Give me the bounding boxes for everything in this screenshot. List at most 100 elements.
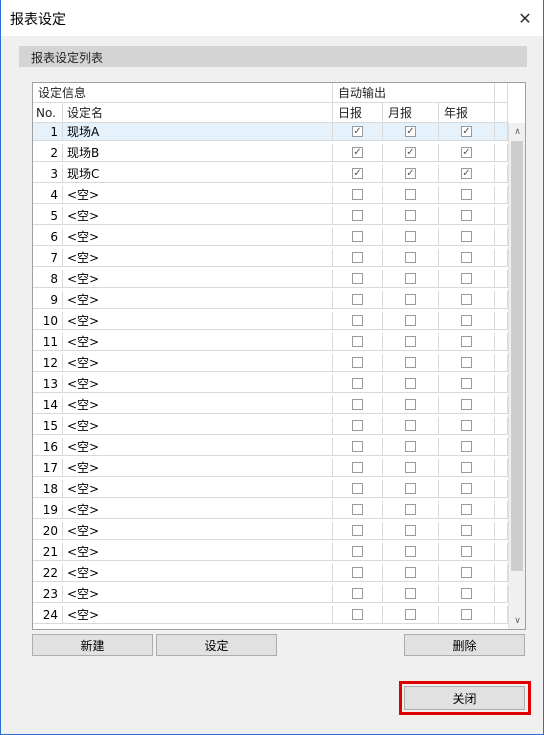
column-header-yearly[interactable]: 年报 bbox=[439, 103, 495, 123]
yearly-checkbox[interactable] bbox=[461, 483, 472, 494]
table-row[interactable]: 22 <空> bbox=[33, 564, 508, 582]
table-row[interactable]: 12 <空> bbox=[33, 354, 508, 372]
monthly-checkbox[interactable] bbox=[405, 315, 416, 326]
daily-checkbox[interactable] bbox=[352, 315, 363, 326]
monthly-checkbox[interactable]: ✓ bbox=[405, 147, 416, 158]
yearly-checkbox[interactable] bbox=[461, 609, 472, 620]
scroll-down-icon[interactable]: ∨ bbox=[509, 612, 525, 629]
scrollbar-thumb[interactable] bbox=[511, 141, 523, 571]
monthly-checkbox[interactable] bbox=[405, 189, 416, 200]
vertical-scrollbar[interactable]: ∧ ∨ bbox=[508, 123, 525, 629]
yearly-checkbox[interactable] bbox=[461, 357, 472, 368]
new-button[interactable]: 新建 bbox=[32, 634, 153, 656]
setting-name-cell[interactable]: <空> bbox=[63, 501, 333, 519]
daily-checkbox[interactable] bbox=[352, 483, 363, 494]
monthly-checkbox[interactable] bbox=[405, 273, 416, 284]
setting-name-cell[interactable]: 现场A bbox=[63, 123, 333, 141]
table-row[interactable]: 7 <空> bbox=[33, 249, 508, 267]
yearly-checkbox[interactable] bbox=[461, 336, 472, 347]
column-header-daily[interactable]: 日报 bbox=[333, 103, 383, 123]
daily-checkbox[interactable]: ✓ bbox=[352, 147, 363, 158]
monthly-checkbox[interactable] bbox=[405, 462, 416, 473]
table-row[interactable]: 24 <空> bbox=[33, 606, 508, 624]
table-row[interactable]: 15 <空> bbox=[33, 417, 508, 435]
yearly-checkbox[interactable]: ✓ bbox=[461, 126, 472, 137]
setting-name-cell[interactable]: 现场C bbox=[63, 165, 333, 183]
setting-name-cell[interactable]: <空> bbox=[63, 333, 333, 351]
setting-name-cell[interactable]: <空> bbox=[63, 543, 333, 561]
close-icon[interactable]: ✕ bbox=[507, 0, 543, 36]
yearly-checkbox[interactable] bbox=[461, 441, 472, 452]
daily-checkbox[interactable] bbox=[352, 252, 363, 263]
table-row[interactable]: 17 <空> bbox=[33, 459, 508, 477]
setting-name-cell[interactable]: <空> bbox=[63, 522, 333, 540]
daily-checkbox[interactable] bbox=[352, 378, 363, 389]
setting-name-cell[interactable]: <空> bbox=[63, 438, 333, 456]
monthly-checkbox[interactable] bbox=[405, 609, 416, 620]
table-row[interactable]: 14 <空> bbox=[33, 396, 508, 414]
column-header-no[interactable]: No. bbox=[33, 103, 63, 123]
monthly-checkbox[interactable]: ✓ bbox=[405, 168, 416, 179]
daily-checkbox[interactable] bbox=[352, 441, 363, 452]
setting-name-cell[interactable]: <空> bbox=[63, 312, 333, 330]
setting-name-cell[interactable]: <空> bbox=[63, 564, 333, 582]
table-row[interactable]: 10 <空> bbox=[33, 312, 508, 330]
table-row[interactable]: 19 <空> bbox=[33, 501, 508, 519]
monthly-checkbox[interactable]: ✓ bbox=[405, 126, 416, 137]
daily-checkbox[interactable] bbox=[352, 525, 363, 536]
yearly-checkbox[interactable] bbox=[461, 399, 472, 410]
table-row[interactable]: 20 <空> bbox=[33, 522, 508, 540]
setting-name-cell[interactable]: <空> bbox=[63, 186, 333, 204]
monthly-checkbox[interactable] bbox=[405, 588, 416, 599]
daily-checkbox[interactable] bbox=[352, 399, 363, 410]
setting-name-cell[interactable]: <空> bbox=[63, 480, 333, 498]
daily-checkbox[interactable] bbox=[352, 357, 363, 368]
table-row[interactable]: 23 <空> bbox=[33, 585, 508, 603]
monthly-checkbox[interactable] bbox=[405, 252, 416, 263]
setting-name-cell[interactable]: <空> bbox=[63, 270, 333, 288]
daily-checkbox[interactable] bbox=[352, 567, 363, 578]
setting-name-cell[interactable]: <空> bbox=[63, 606, 333, 624]
monthly-checkbox[interactable] bbox=[405, 294, 416, 305]
yearly-checkbox[interactable]: ✓ bbox=[461, 147, 472, 158]
daily-checkbox[interactable] bbox=[352, 273, 363, 284]
yearly-checkbox[interactable] bbox=[461, 588, 472, 599]
table-row[interactable]: 21 <空> bbox=[33, 543, 508, 561]
daily-checkbox[interactable] bbox=[352, 189, 363, 200]
column-header-name[interactable]: 设定名 bbox=[63, 103, 333, 123]
table-row[interactable]: 16 <空> bbox=[33, 438, 508, 456]
monthly-checkbox[interactable] bbox=[405, 420, 416, 431]
monthly-checkbox[interactable] bbox=[405, 336, 416, 347]
monthly-checkbox[interactable] bbox=[405, 441, 416, 452]
table-row[interactable]: 5 <空> bbox=[33, 207, 508, 225]
daily-checkbox[interactable] bbox=[352, 588, 363, 599]
settings-button[interactable]: 设定 bbox=[156, 634, 277, 656]
table-row[interactable]: 8 <空> bbox=[33, 270, 508, 288]
monthly-checkbox[interactable] bbox=[405, 525, 416, 536]
setting-name-cell[interactable]: <空> bbox=[63, 249, 333, 267]
monthly-checkbox[interactable] bbox=[405, 378, 416, 389]
daily-checkbox[interactable] bbox=[352, 462, 363, 473]
table-row[interactable]: 13 <空> bbox=[33, 375, 508, 393]
monthly-checkbox[interactable] bbox=[405, 504, 416, 515]
yearly-checkbox[interactable] bbox=[461, 525, 472, 536]
table-row[interactable]: 18 <空> bbox=[33, 480, 508, 498]
setting-name-cell[interactable]: <空> bbox=[63, 207, 333, 225]
yearly-checkbox[interactable] bbox=[461, 210, 472, 221]
table-row[interactable]: 6 <空> bbox=[33, 228, 508, 246]
column-header-monthly[interactable]: 月报 bbox=[383, 103, 439, 123]
setting-name-cell[interactable]: <空> bbox=[63, 417, 333, 435]
setting-name-cell[interactable]: <空> bbox=[63, 585, 333, 603]
scroll-up-icon[interactable]: ∧ bbox=[509, 123, 525, 140]
table-row[interactable]: 1 现场A ✓ ✓ ✓ bbox=[33, 123, 508, 141]
setting-name-cell[interactable]: <空> bbox=[63, 291, 333, 309]
monthly-checkbox[interactable] bbox=[405, 399, 416, 410]
monthly-checkbox[interactable] bbox=[405, 483, 416, 494]
daily-checkbox[interactable] bbox=[352, 504, 363, 515]
monthly-checkbox[interactable] bbox=[405, 231, 416, 242]
table-row[interactable]: 4 <空> bbox=[33, 186, 508, 204]
setting-name-cell[interactable]: <空> bbox=[63, 375, 333, 393]
daily-checkbox[interactable] bbox=[352, 546, 363, 557]
daily-checkbox[interactable] bbox=[352, 336, 363, 347]
yearly-checkbox[interactable] bbox=[461, 420, 472, 431]
